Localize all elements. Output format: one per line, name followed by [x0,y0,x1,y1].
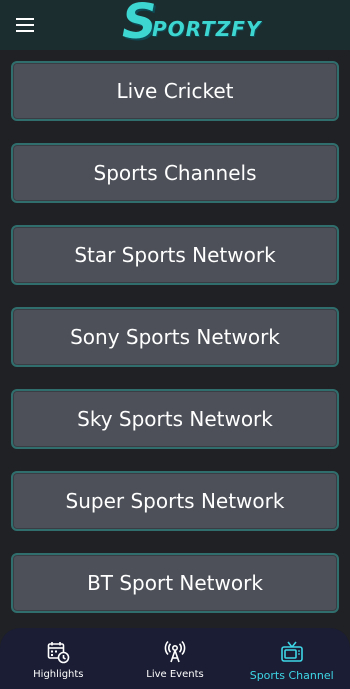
broadcast-tower-icon [164,640,186,663]
logo-wordmark: PORTZFY [152,17,262,41]
tv-icon [280,641,303,662]
hamburger-menu-icon[interactable] [14,14,36,36]
category-button-sony-sports-network[interactable]: Sony Sports Network [11,307,339,367]
nav-label-live-events: Live Events [146,669,204,680]
app-bar: S PORTZFY [0,0,350,50]
nav-item-sports-channel[interactable]: Sports Channel [233,628,350,689]
category-button-star-sports-network[interactable]: Star Sports Network [11,225,339,285]
category-list: Live Cricket Sports Channels Star Sports… [0,50,350,628]
category-button-sky-sports-network[interactable]: Sky Sports Network [11,389,339,449]
category-button-sports-channels[interactable]: Sports Channels [11,143,339,203]
app-logo: S PORTZFY [122,0,260,48]
nav-item-live-events[interactable]: Live Events [117,628,234,689]
nav-label-sports-channel: Sports Channel [249,669,334,682]
category-button-bt-sport-network[interactable]: BT Sport Network [11,553,339,613]
nav-item-highlights[interactable]: Highlights [0,628,117,689]
category-button-live-cricket[interactable]: Live Cricket [11,61,339,121]
nav-label-highlights: Highlights [33,669,84,680]
category-button-super-sports-network[interactable]: Super Sports Network [11,471,339,531]
bottom-navigation: Highlights Live Events Sports Channel [0,628,350,689]
calendar-clock-icon [48,642,70,664]
